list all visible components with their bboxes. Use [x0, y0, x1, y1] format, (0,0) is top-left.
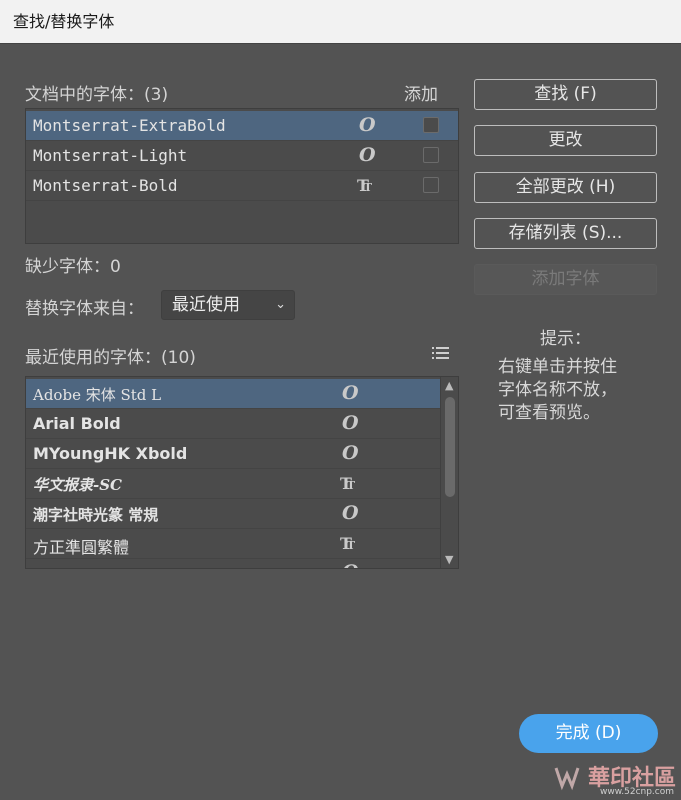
doc-font-row[interactable]: Montserrat-Light O: [26, 141, 458, 171]
recent-font-row[interactable]: Arial Bold O: [26, 409, 440, 439]
doc-fonts-list: Montserrat-ExtraBold O Montserrat-Light …: [25, 108, 459, 244]
add-column-header: 添加: [404, 85, 438, 105]
replace-from-label: 替换字体来自：: [25, 299, 144, 319]
watermark-logo-icon: [554, 767, 580, 791]
change-button[interactable]: 更改: [474, 125, 657, 156]
replace-from-select[interactable]: 最近使用 ⌄: [161, 290, 295, 320]
window-title: 查找/替换字体: [0, 0, 681, 44]
font-name: 华文报隶-SC: [33, 476, 122, 494]
font-name: MYoungHK Xbold: [33, 444, 188, 463]
chevron-down-icon: ⌄: [275, 297, 286, 312]
font-name: Arial Bold: [33, 414, 121, 433]
missing-fonts-label: 缺少字体：0: [25, 257, 121, 277]
watermark-url: www.52cnp.com: [600, 787, 675, 797]
add-font-button[interactable]: 添加字体: [474, 264, 657, 295]
done-button[interactable]: 完成 (D): [519, 714, 658, 753]
hint-title: 提示：: [540, 329, 591, 349]
scroll-thumb[interactable]: [445, 397, 455, 497]
replace-from-value: 最近使用: [172, 295, 240, 315]
truetype-icon: TT: [340, 474, 355, 493]
opentype-icon: O: [342, 561, 359, 568]
recent-font-row[interactable]: 方正準圓繁體 TT: [26, 529, 440, 559]
font-name: Montserrat-Bold: [33, 176, 178, 195]
add-checkbox[interactable]: [423, 147, 439, 163]
recent-fonts-label: 最近使用的字体：(10): [25, 348, 196, 368]
font-name: 方正準圓繁體: [33, 538, 130, 557]
hint-line: 可查看预览。: [498, 403, 600, 423]
scroll-down-icon[interactable]: ▼: [445, 553, 453, 566]
list-view-icon[interactable]: [432, 345, 450, 359]
scroll-up-icon[interactable]: ▲: [445, 379, 453, 392]
opentype-icon: O: [342, 502, 359, 524]
save-list-button[interactable]: 存储列表 (S)...: [474, 218, 657, 249]
font-name: Adobe 宋体 Std L: [33, 386, 162, 404]
doc-font-row[interactable]: Montserrat-ExtraBold O: [26, 111, 458, 141]
opentype-icon: O: [342, 412, 359, 434]
add-checkbox[interactable]: [423, 117, 439, 133]
hint-line: 字体名称不放，: [498, 380, 617, 400]
recent-fonts-scrollbar[interactable]: ▲ ▼: [440, 377, 458, 568]
font-name: 潮字社時光篆 常規: [33, 506, 159, 524]
recent-font-row[interactable]: 潮字社時光篆 常規 O: [26, 499, 440, 529]
opentype-icon: O: [342, 382, 359, 404]
recent-font-row[interactable]: 华文报隶-SC TT: [26, 469, 440, 499]
recent-fonts-list: Adobe 宋体 Std L O Arial Bold O MYoungHK X…: [25, 376, 459, 569]
truetype-icon: TT: [357, 176, 372, 195]
doc-fonts-label: 文档中的字体：(3): [25, 85, 169, 105]
opentype-icon: O: [342, 442, 359, 464]
add-checkbox[interactable]: [423, 177, 439, 193]
find-button[interactable]: 查找 (F): [474, 79, 657, 110]
font-name: Montserrat-Light: [33, 146, 188, 165]
truetype-icon: TT: [340, 534, 355, 553]
hint-line: 右键单击并按住: [498, 357, 617, 377]
font-name: Montserrat-ExtraBold: [33, 116, 226, 135]
recent-font-row[interactable]: MYoungHK Xbold O: [26, 439, 440, 469]
recent-font-row[interactable]: Adobe 宋体 Std L O: [26, 379, 440, 409]
change-all-button[interactable]: 全部更改 (H): [474, 172, 657, 203]
recent-font-row-partial[interactable]: O: [26, 559, 440, 568]
doc-font-row[interactable]: Montserrat-Bold TT: [26, 171, 458, 201]
opentype-icon: O: [359, 144, 376, 166]
opentype-icon: O: [359, 114, 376, 136]
